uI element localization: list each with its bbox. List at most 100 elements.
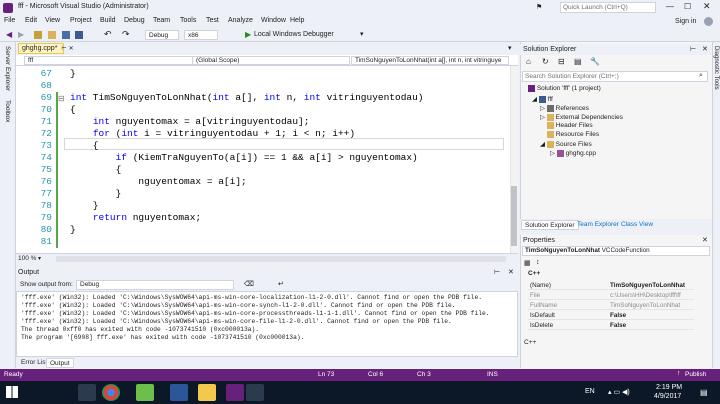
clock-date[interactable]: 4/9/2017 <box>654 393 681 400</box>
properties-close-icon[interactable]: ✕ <box>702 236 708 244</box>
redo-icon[interactable]: ↷ <box>122 29 130 40</box>
expand-icon[interactable]: ◢ <box>540 141 545 148</box>
menu-help[interactable]: Help <box>290 17 304 24</box>
forward-icon[interactable]: ▶ <box>18 30 24 39</box>
word-icon[interactable] <box>170 384 188 401</box>
start-debugging-button[interactable]: Local Windows Debugger <box>254 31 334 38</box>
tab-team-explorer[interactable]: Team Explorer <box>574 220 622 230</box>
output-text[interactable]: 'fff.exe' (Win32): Loaded 'C:\Windows\Sy… <box>16 291 518 357</box>
tab-solution-explorer[interactable]: Solution Explorer <box>521 220 579 230</box>
menu-debug[interactable]: Debug <box>124 17 145 24</box>
tab-close-icon[interactable]: ✕ <box>69 46 74 52</box>
output-pin-icon[interactable]: ⊢ <box>494 268 500 276</box>
word-wrap-icon[interactable]: ↵ <box>278 280 284 288</box>
project-dropdown[interactable]: fff <box>24 56 198 65</box>
collapse-icon[interactable]: ⊟ <box>58 94 65 103</box>
document-tab[interactable]: ghghg.cpp* ⊢ ✕ <box>18 43 74 54</box>
se-search-input[interactable]: Search Solution Explorer (Ctrl+;) <box>522 71 708 82</box>
show-output-select[interactable]: Debug <box>76 280 234 290</box>
platform-select[interactable]: x86 <box>184 30 218 40</box>
zoom-dropdown-icon[interactable]: ▾ <box>38 255 41 262</box>
tree-item-file[interactable]: ▷ ghghg.cpp <box>550 149 596 157</box>
expand-icon[interactable]: ◢ <box>532 96 537 103</box>
menu-file[interactable]: File <box>4 17 15 24</box>
toolbar-more-icon[interactable]: ▾ <box>360 30 364 38</box>
app2-icon[interactable] <box>246 384 264 401</box>
notification-center-icon[interactable]: ▤ <box>700 388 708 397</box>
explorer-icon[interactable] <box>198 384 216 401</box>
server-explorer-tab[interactable]: Server Explorer <box>4 46 11 91</box>
properties-object-select[interactable]: TimSoNguyenToLonNhat VCCodeFunction <box>522 246 710 256</box>
tree-item-header-files[interactable]: Header Files <box>547 122 593 129</box>
notifications-icon[interactable]: ⚑ <box>536 3 542 11</box>
menu-tools[interactable]: Tools <box>180 17 196 24</box>
save-icon[interactable] <box>62 31 70 39</box>
tab-class-view[interactable]: Class View <box>618 220 656 230</box>
tree-item-source-files[interactable]: ◢ Source Files <box>540 140 592 148</box>
tree-item-project[interactable]: ◢ fff <box>532 95 553 103</box>
property-row[interactable]: IsDelete False <box>528 321 694 330</box>
scrollbar-thumb[interactable] <box>511 186 517 246</box>
quick-launch-input[interactable]: Quick Launch (Ctrl+Q) <box>560 2 656 13</box>
tree-item-resource-files[interactable]: Resource Files <box>547 131 599 138</box>
app-icon[interactable] <box>136 384 154 401</box>
publish-icon[interactable]: ↑ <box>677 370 681 377</box>
publish-button[interactable]: Publish <box>685 371 706 378</box>
new-project-icon[interactable] <box>34 31 42 39</box>
toolbox-tab[interactable]: Toolbox <box>4 100 11 122</box>
categorized-icon[interactable]: ▦ <box>524 259 531 267</box>
diagnostic-tools-tab[interactable]: Diagnostic Tools <box>713 46 719 90</box>
alphabetical-icon[interactable]: ↕ <box>536 259 540 266</box>
menu-view[interactable]: View <box>45 17 60 24</box>
search-icon[interactable]: ⌕ <box>699 72 703 80</box>
start-debugging-icon[interactable]: ▶ <box>245 30 251 39</box>
windows-start-icon[interactable] <box>6 386 18 398</box>
menu-edit[interactable]: Edit <box>25 17 37 24</box>
menu-team[interactable]: Team <box>153 17 170 24</box>
se-pin-icon[interactable]: ⊢ <box>690 45 696 53</box>
expand-icon[interactable]: ▷ <box>540 114 545 121</box>
sign-in-link[interactable]: Sign in <box>675 18 696 25</box>
property-row[interactable]: IsDefault False <box>528 311 694 320</box>
task-view-icon[interactable] <box>78 384 96 401</box>
menu-project[interactable]: Project <box>70 17 92 24</box>
editor-scrollbar[interactable] <box>510 66 518 253</box>
close-button[interactable]: ✕ <box>703 1 711 12</box>
function-dropdown[interactable]: TimSoNguyenToLonNhat(int a[], int n, int… <box>351 56 509 65</box>
chrome-icon[interactable] <box>102 384 120 401</box>
code-editor[interactable]: 67 68 69 70 71 72 73 74 75 76 77 78 79 8… <box>16 66 518 253</box>
menu-analyze[interactable]: Analyze <box>228 17 253 24</box>
properties-icon[interactable]: 🔧 <box>590 57 600 66</box>
back-icon[interactable]: ◀ <box>6 30 12 39</box>
tab-output[interactable]: Output <box>46 358 74 368</box>
open-icon[interactable] <box>48 31 56 39</box>
tree-item-solution[interactable]: Solution 'fff' (1 project) <box>528 85 601 92</box>
property-row[interactable]: (Name) TimSoNguyenToLonNhat <box>528 281 694 290</box>
visual-studio-icon[interactable] <box>226 384 244 401</box>
tree-item-external-dependencies[interactable]: ▷ External Dependencies <box>540 113 623 121</box>
menu-test[interactable]: Test <box>206 17 219 24</box>
tree-item-references[interactable]: ▷ References <box>540 104 589 112</box>
menu-window[interactable]: Window <box>261 17 286 24</box>
save-all-icon[interactable] <box>75 31 83 39</box>
horizontal-scrollbar[interactable] <box>56 256 506 262</box>
refresh-icon[interactable]: ↻ <box>542 57 549 66</box>
configuration-select[interactable]: Debug <box>145 30 179 40</box>
home-icon[interactable]: ⌂ <box>526 57 531 66</box>
maximize-button[interactable]: ☐ <box>684 2 691 11</box>
account-icon[interactable] <box>704 17 713 26</box>
minimize-button[interactable]: — <box>666 2 674 11</box>
zoom-level[interactable]: 100 % <box>18 255 36 262</box>
collapse-all-icon[interactable]: ⊟ <box>558 57 565 66</box>
expand-icon[interactable]: ▷ <box>540 105 545 112</box>
pin-icon[interactable]: ⊢ <box>61 46 66 52</box>
output-close-icon[interactable]: ✕ <box>508 268 514 276</box>
language-indicator[interactable]: EN <box>585 388 595 395</box>
output-clear-icon[interactable]: ⌫ <box>244 280 254 288</box>
tray-icons[interactable]: ▴ ▭ ◀) <box>608 388 630 396</box>
property-row[interactable]: File c:\Users\HH\Desktop\fff\ff <box>528 291 694 300</box>
se-close-icon[interactable]: ✕ <box>702 45 708 53</box>
clock-time[interactable]: 2:19 PM <box>656 384 682 391</box>
expand-icon[interactable]: ▷ <box>550 150 555 157</box>
tab-list-icon[interactable]: ▾ <box>508 44 512 52</box>
